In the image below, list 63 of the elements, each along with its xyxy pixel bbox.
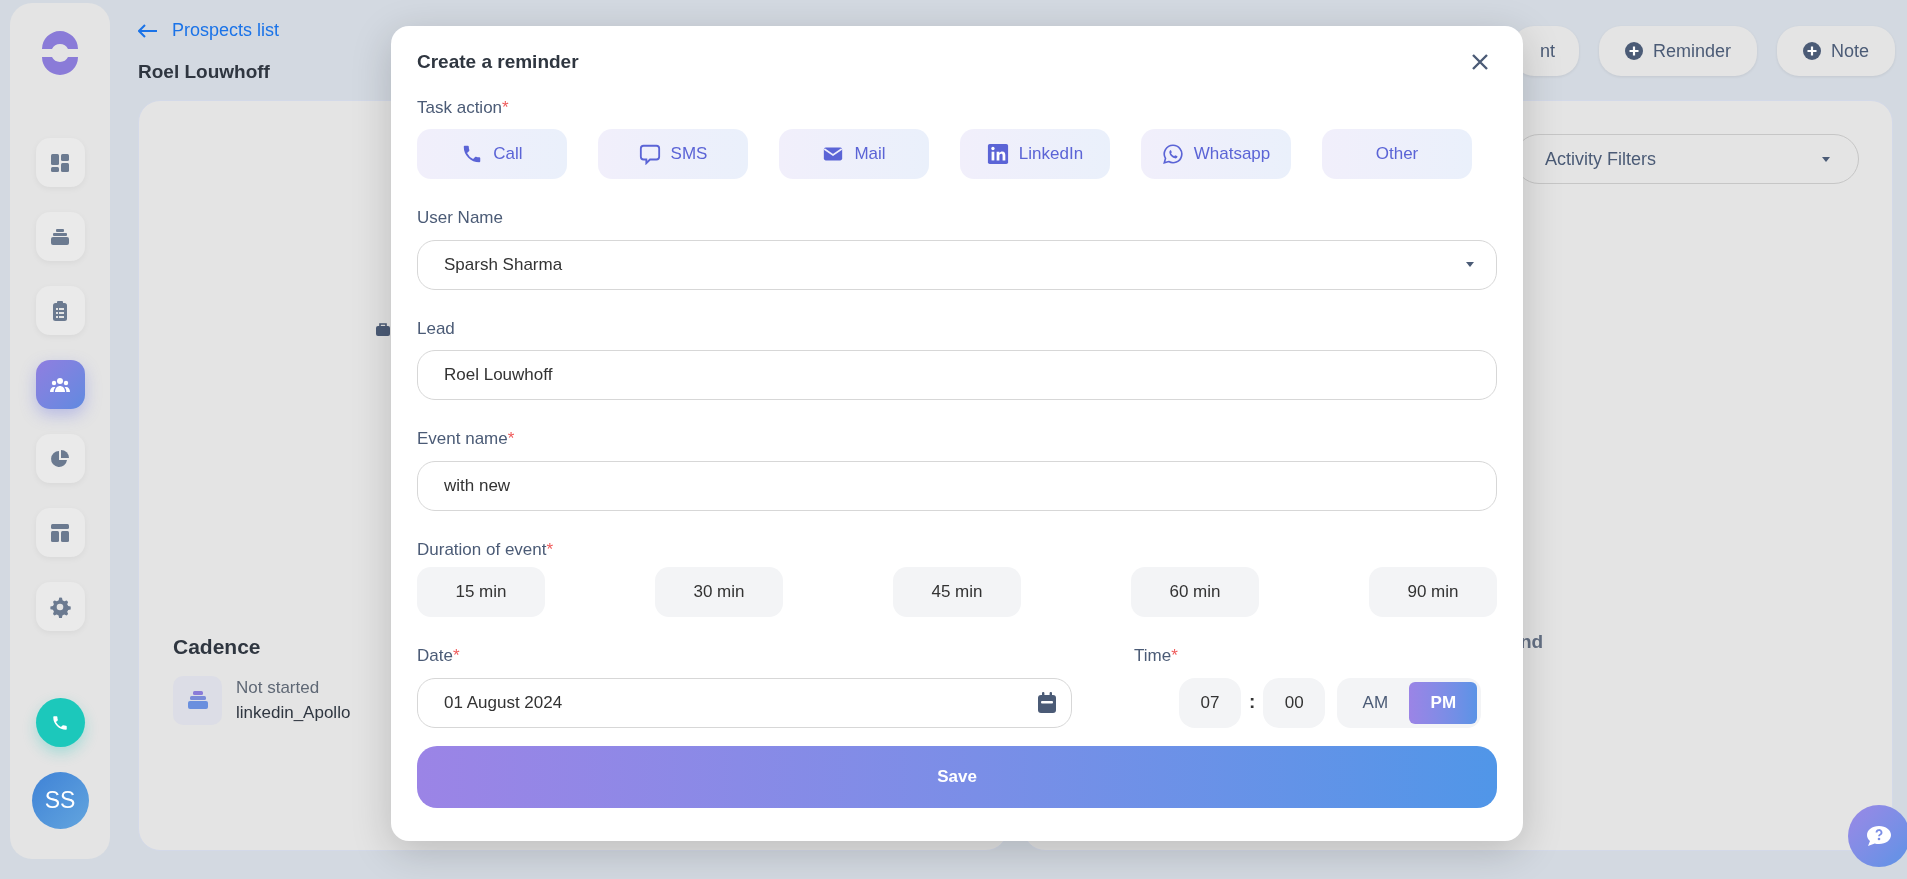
plus-circle-icon: [1624, 42, 1643, 60]
caret-icon: [1822, 156, 1830, 162]
task-action-button[interactable]: Other: [1322, 129, 1472, 179]
nav-item[interactable]: [35, 360, 85, 409]
task-action-button[interactable]: Mail: [779, 129, 929, 179]
back-arrow-icon: [138, 23, 158, 38]
phone-icon: [51, 713, 69, 732]
dialog-title: Create a reminder: [417, 50, 579, 74]
user-avatar[interactable]: SS: [31, 772, 89, 829]
field-label: User Name: [417, 207, 504, 229]
task-action-button[interactable]: LinkedIn: [960, 129, 1110, 179]
nav-item[interactable]: [35, 434, 85, 483]
back-link[interactable]: Prospects list: [138, 17, 280, 44]
field-label: Event name*: [417, 428, 516, 450]
nav-item[interactable]: [35, 508, 85, 557]
nav-item[interactable]: [35, 138, 85, 187]
meridiem-option[interactable]: AM: [1341, 681, 1410, 724]
cadence-icon: [173, 675, 222, 725]
settings-icon: [49, 595, 71, 618]
duration-option[interactable]: 90 min: [1369, 567, 1497, 617]
nav-item[interactable]: [35, 212, 85, 261]
chat-icon: [638, 143, 661, 165]
task-action-button[interactable]: SMS: [598, 129, 748, 179]
nav-item[interactable]: [35, 286, 85, 335]
pie-chart-icon: [49, 447, 71, 470]
duration-option[interactable]: 60 min: [1131, 567, 1259, 617]
field-label: Task action*: [417, 96, 510, 119]
meridiem-option[interactable]: PM: [1409, 681, 1478, 724]
duration-option[interactable]: 45 min: [893, 567, 1021, 617]
event-name-field[interactable]: with new: [417, 460, 1497, 511]
user-name-select[interactable]: Sparsh Sharma: [417, 239, 1497, 290]
cadence-name: linkedin_Apollo: [236, 702, 351, 724]
caret-icon: [1466, 262, 1474, 267]
field-label: Time*: [1134, 645, 1179, 667]
nav-item[interactable]: [35, 582, 85, 631]
calendar-icon: [1037, 691, 1057, 714]
minute-field[interactable]: 00: [1263, 677, 1326, 728]
date-field[interactable]: 01 August 2024: [417, 677, 1072, 728]
lead-field[interactable]: Roel Louwhoff: [417, 350, 1497, 400]
header-button[interactable]: Note: [1776, 26, 1895, 76]
field-label: Duration of event*: [417, 538, 555, 561]
dashboard-icon: [49, 151, 71, 174]
cadence-status: Not started: [236, 676, 321, 699]
prospect-name: Roel Louwhoff: [138, 60, 271, 84]
cadence-title: Cadence: [173, 634, 262, 660]
hour-field[interactable]: 07: [1179, 677, 1241, 728]
duration-option[interactable]: 15 min: [417, 567, 545, 617]
linkedin-icon: [986, 143, 1009, 165]
field-label: Date*: [417, 645, 461, 667]
duration-option[interactable]: 30 min: [655, 567, 783, 617]
task-action-button[interactable]: Call: [417, 129, 567, 179]
help-chat-icon: [1865, 824, 1893, 848]
plus-circle-icon: [1802, 42, 1821, 60]
help-button[interactable]: [1848, 805, 1907, 867]
save-button[interactable]: Save: [417, 745, 1497, 808]
field-label: Lead: [417, 317, 456, 340]
header-button[interactable]: Reminder: [1598, 26, 1757, 76]
chat-phone-icon: [1161, 143, 1184, 165]
time-separator: :: [1249, 690, 1256, 715]
close-icon[interactable]: [1471, 53, 1489, 72]
layout-icon: [49, 521, 71, 544]
task-action-button[interactable]: Whatsapp: [1141, 129, 1291, 179]
briefcase-icon: [375, 321, 391, 337]
